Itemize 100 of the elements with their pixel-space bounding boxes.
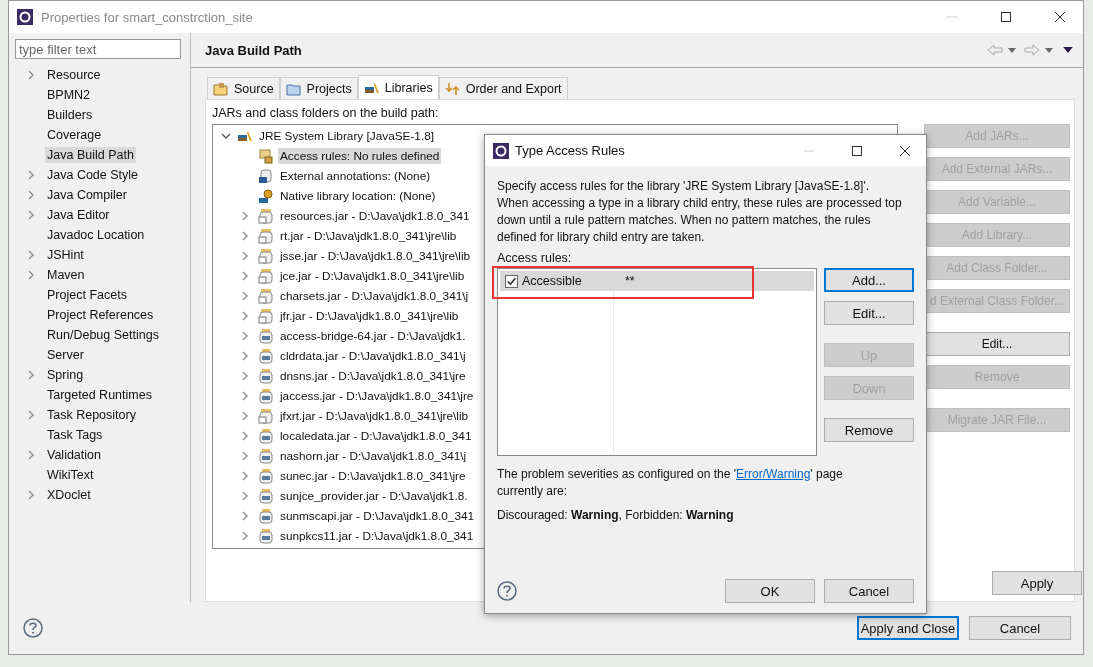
sidebar-item[interactable]: Javadoc Location — [45, 227, 147, 243]
apply-button[interactable]: Apply — [992, 571, 1082, 595]
tree-item[interactable]: rt.jar - D:\Java\jdk1.8.0_341\jre\lib — [278, 228, 459, 244]
tree-item[interactable]: JRE System Library [JavaSE-1.8] — [257, 128, 437, 144]
chevron-icon[interactable] — [241, 351, 249, 361]
sidebar-item[interactable]: Task Tags — [45, 427, 105, 443]
sidebar-item[interactable]: Validation — [45, 447, 103, 463]
tree-item[interactable]: charsets.jar - D:\Java\jdk1.8.0_341\j — [278, 288, 471, 304]
chevron-icon[interactable] — [241, 391, 249, 401]
tree-item[interactable]: dnsns.jar - D:\Java\jdk1.8.0_341\jre — [278, 368, 468, 384]
chevron-icon[interactable] — [27, 210, 35, 220]
tree-item[interactable]: jfxrt.jar - D:\Java\jdk1.8.0_341\jre\lib — [278, 408, 471, 424]
chevron-icon[interactable] — [27, 250, 35, 260]
maximize-icon[interactable] — [851, 144, 863, 157]
tree-item[interactable]: External annotations: (None) — [278, 168, 433, 184]
tree-item[interactable]: jce.jar - D:\Java\jdk1.8.0_341\jre\lib — [278, 268, 467, 284]
sidebar-item[interactable]: Java Code Style — [45, 167, 141, 183]
maximize-icon[interactable] — [1000, 11, 1012, 23]
tree-item[interactable]: Access rules: No rules defined — [278, 148, 442, 164]
tree-item[interactable]: access-bridge-64.jar - D:\Java\jdk1. — [278, 328, 468, 344]
tree-item[interactable]: resources.jar - D:\Java\jdk1.8.0_341 — [278, 208, 472, 224]
chevron-icon[interactable] — [27, 190, 35, 200]
tab[interactable]: Projects — [279, 77, 358, 99]
chevron-icon[interactable] — [241, 431, 249, 441]
sidebar-item[interactable]: Project Facets — [45, 287, 129, 303]
sidebar-item[interactable]: Server — [45, 347, 86, 363]
sidebar-item[interactable]: Coverage — [45, 127, 104, 143]
sidebar-item[interactable]: Run/Debug Settings — [45, 327, 161, 343]
chevron-icon[interactable] — [241, 231, 249, 241]
dialog-button[interactable]: Remove — [824, 418, 914, 442]
rule-row[interactable]: Accessible ** — [500, 271, 814, 291]
dialog-footer-button[interactable]: Cancel — [824, 579, 914, 603]
chevron-icon[interactable] — [27, 270, 35, 280]
sidebar-item[interactable]: Java Compiler — [45, 187, 129, 203]
tree-item[interactable]: sunpkcs11.jar - D:\Java\jdk1.8.0_341 — [278, 528, 476, 544]
dropdown-icon[interactable] — [1045, 47, 1053, 53]
tab[interactable]: Order and Export — [438, 77, 568, 99]
tree-item[interactable]: Native library location: (None) — [278, 188, 438, 204]
sidebar-item[interactable]: Targeted Runtimes — [45, 387, 154, 403]
chevron-icon[interactable] — [27, 490, 35, 500]
tree-item[interactable]: sunmscapi.jar - D:\Java\jdk1.8.0_341 — [278, 508, 477, 524]
sidebar-item[interactable]: WikiText — [45, 467, 96, 483]
dialog-button[interactable]: Edit... — [824, 301, 914, 325]
jar-icon — [258, 268, 274, 284]
tree-item[interactable]: cldrdata.jar - D:\Java\jdk1.8.0_341\j — [278, 348, 468, 364]
sidebar-item[interactable]: Project References — [45, 307, 156, 323]
tree-item[interactable]: jfr.jar - D:\Java\jdk1.8.0_341\jre\lib — [278, 308, 461, 324]
dialog-button[interactable]: Add... — [824, 268, 914, 292]
jar-icon — [258, 328, 274, 344]
chevron-icon[interactable] — [241, 371, 249, 381]
chevron-icon[interactable] — [241, 411, 249, 421]
footer-button[interactable]: Apply and Close — [857, 616, 959, 640]
chevron-icon[interactable] — [241, 311, 249, 321]
chevron-icon[interactable] — [241, 451, 249, 461]
checkbox[interactable] — [505, 274, 518, 288]
sidebar-item[interactable]: BPMN2 — [45, 87, 93, 103]
side-button[interactable]: Edit... — [924, 332, 1070, 356]
dropdown-icon[interactable] — [1008, 47, 1016, 53]
sidebar-item[interactable]: Java Editor — [45, 207, 112, 223]
chevron-icon[interactable] — [241, 291, 249, 301]
chevron-icon[interactable] — [27, 410, 35, 420]
tree-item[interactable]: sunjce_provider.jar - D:\Java\jdk1.8. — [278, 488, 470, 504]
tree-item[interactable]: nashorn.jar - D:\Java\jdk1.8.0_341\j — [278, 448, 469, 464]
tree-item[interactable]: jaccess.jar - D:\Java\jdk1.8.0_341\jre — [278, 388, 476, 404]
chevron-icon[interactable] — [241, 471, 249, 481]
sidebar-item[interactable]: JSHint — [45, 247, 86, 263]
sidebar-item[interactable]: Builders — [45, 107, 95, 123]
chevron-icon[interactable] — [241, 211, 249, 221]
sidebar-item[interactable]: Maven — [45, 267, 87, 283]
sidebar-item[interactable]: XDoclet — [45, 487, 93, 503]
chevron-icon[interactable] — [241, 271, 249, 281]
tree-item[interactable]: localedata.jar - D:\Java\jdk1.8.0_341 — [278, 428, 474, 444]
close-icon[interactable] — [899, 144, 911, 157]
chevron-icon[interactable] — [241, 331, 249, 341]
chevron-icon[interactable] — [241, 491, 249, 501]
chevron-icon[interactable] — [27, 170, 35, 180]
chevron-icon[interactable] — [27, 450, 35, 460]
sidebar-item[interactable]: Resource — [45, 67, 103, 83]
help-icon[interactable] — [497, 581, 517, 601]
chevron-icon[interactable] — [27, 70, 35, 80]
chevron-icon[interactable] — [27, 370, 35, 380]
footer-button[interactable]: Cancel — [969, 616, 1071, 640]
sidebar-item[interactable]: Task Repository — [45, 407, 138, 423]
chevron-icon[interactable] — [241, 531, 249, 541]
sidebar-item[interactable]: Java Build Path — [45, 147, 136, 163]
dialog-footer-button[interactable]: OK — [725, 579, 815, 603]
window-title: Properties for smart_constrction_site — [41, 9, 253, 25]
chevron-icon[interactable] — [241, 251, 249, 261]
tree-item[interactable]: jsse.jar - D:\Java\jdk1.8.0_341\jre\lib — [278, 248, 473, 264]
chevron-icon[interactable] — [221, 132, 231, 140]
tree-item[interactable]: sunec.jar - D:\Java\jdk1.8.0_341\jre — [278, 468, 468, 484]
view-menu-icon[interactable] — [1063, 47, 1073, 53]
help-icon[interactable] — [23, 618, 43, 638]
tab[interactable]: Source — [207, 77, 280, 99]
filter-field[interactable]: type filter text — [15, 39, 181, 59]
chevron-icon[interactable] — [241, 511, 249, 521]
tab[interactable]: Libraries — [357, 75, 439, 99]
sidebar-item[interactable]: Spring — [45, 367, 86, 383]
close-icon[interactable] — [1054, 11, 1066, 23]
rule-kind: Accessible — [522, 274, 582, 288]
